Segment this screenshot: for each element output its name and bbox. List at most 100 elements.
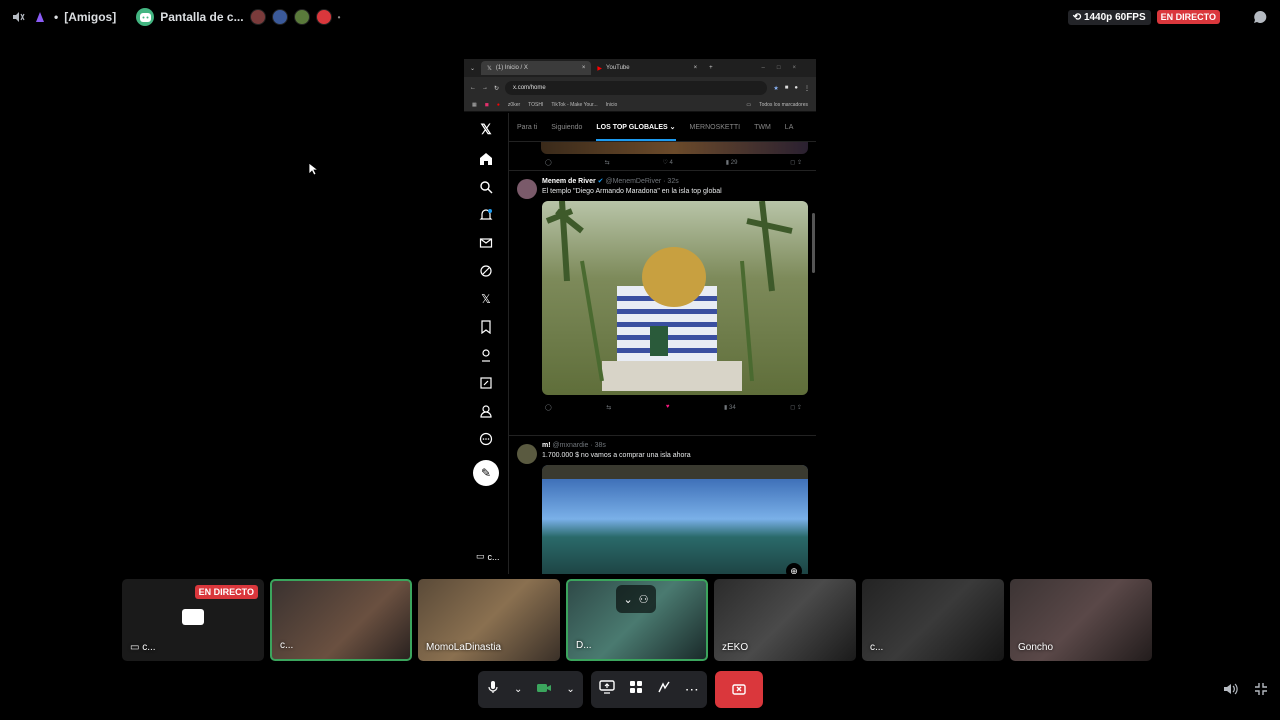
grok-icon[interactable] [479,264,493,278]
all-bookmarks[interactable]: Todos los marcadores [759,102,808,108]
window-controls[interactable]: –□× [762,65,816,71]
home-icon[interactable] [479,152,493,166]
bookmark-item[interactable]: z0ker [508,102,520,108]
tab-top-globales[interactable]: LOS TOP GLOBALES ⌄ [596,123,676,141]
search-icon[interactable] [479,180,493,194]
viewer-avatar[interactable] [249,9,266,25]
stream-title[interactable]: Pantalla de c... [160,10,243,24]
more-dot: • [337,12,341,22]
tile-controls[interactable]: ⌄ ⚇ [616,585,656,613]
notifications-icon[interactable] [479,208,493,222]
profile-icon[interactable] [479,404,493,418]
avatar[interactable] [517,179,537,199]
microphone-icon[interactable] [486,680,500,699]
back-icon[interactable]: ← [470,85,476,91]
screen-share-icon [182,609,204,625]
avatar[interactable] [517,444,537,464]
bookmark-item[interactable]: Inicio [606,102,618,108]
viewer-avatar[interactable] [315,9,332,25]
close-icon[interactable]: × [582,65,586,71]
scrollbar[interactable] [812,213,815,273]
post-image[interactable] [542,201,808,395]
participant-tile[interactable]: Goncho [1010,579,1152,661]
bookmarks-icon[interactable] [479,320,493,334]
communities-icon[interactable] [479,376,493,390]
volume-icon[interactable] [1222,682,1238,701]
messages-icon[interactable] [479,236,493,250]
soundboard-icon[interactable] [657,680,671,699]
author-name[interactable]: Menem de River [542,178,596,185]
address-bar[interactable]: x.com/home [505,81,768,95]
bookmark-item[interactable]: TikTok - Make Your... [551,102,597,108]
more-icon[interactable]: ⋯ [685,681,699,698]
post-menem[interactable]: Menem de River ✔ @MenemDeRiver · 32s El … [509,170,816,436]
tab-x[interactable]: 𝕏 (1) Inicio / X × [481,61,592,75]
bookmarks-folder-icon: ▭ [746,102,752,108]
extension-icon[interactable]: ■ [785,85,789,91]
tab-siguiendo[interactable]: Siguiendo [551,124,582,131]
tab-youtube[interactable]: ▶ YouTube × [591,61,703,75]
tab-twm[interactable]: TWM [754,124,771,131]
menu-icon[interactable]: ⋮ [804,85,810,92]
tab-more[interactable]: LA [785,124,794,131]
chevron-down-icon[interactable]: ⌄ [514,684,522,695]
shared-screen: ⌄ 𝕏 (1) Inicio / X × ▶ YouTube × + –□× ←… [464,59,816,574]
apps-icon[interactable]: ▦ [472,102,477,108]
more-icon[interactable] [479,432,493,446]
participant-tile[interactable]: c... [862,579,1004,661]
forward-icon[interactable]: → [482,85,488,91]
views-button[interactable]: ▮ 34 [724,404,736,411]
participant-tile[interactable]: zEKO [714,579,856,661]
author-name[interactable]: m! [542,442,551,449]
speaker-muted-icon[interactable] [10,9,26,25]
quality-badge: ⟲ 1440p 60FPS [1067,9,1151,25]
disconnect-button[interactable] [714,671,763,708]
participant-tile[interactable]: ⌄ ⚇ D... [566,579,708,661]
reply-icon[interactable]: ◯ [545,159,552,166]
close-icon[interactable]: × [694,65,698,71]
viewer-avatar[interactable] [293,9,310,25]
chevron-down-icon[interactable]: ⌄ [623,593,632,606]
tab-mernosketti[interactable]: MERNOSKETTI [690,124,741,131]
viewer-avatar[interactable] [271,9,288,25]
post-mxnardie[interactable]: m! @mxnardie · 38s 1.700.000 $ no vamos … [509,436,816,574]
reply-icon[interactable]: ◯ [545,404,552,411]
bookmark-item[interactable]: TOSHI [528,102,543,108]
x-logo-icon[interactable]: 𝕏 [480,121,491,138]
views-button[interactable]: ▮ 29 [726,159,738,166]
bookmark-share-icons[interactable]: ◻ ⇪ [790,159,802,166]
bottom-right-controls [1222,682,1268,701]
profile-icon[interactable]: ● [794,85,798,91]
repost-icon[interactable]: ⇆ [605,159,610,166]
participant-tile[interactable]: EN DIRECTO ▭ c... [122,579,264,661]
add-user-icon[interactable]: ⚇ [639,593,649,606]
jobs-icon[interactable] [479,348,493,362]
chat-icon[interactable] [1252,9,1268,25]
reload-icon[interactable]: ↻ [494,85,499,92]
premium-icon[interactable]: 𝕏 [481,292,491,306]
chevron-down-icon[interactable]: ⌄ [566,684,574,695]
zoom-icon[interactable]: ⊕ [786,563,802,574]
tab-menu-icon[interactable]: ⌄ [464,65,481,72]
views-count: 34 [729,404,736,411]
participant-tile[interactable]: c... [270,579,412,661]
screen-share-icon[interactable] [599,680,615,699]
youtube-icon[interactable]: ● [497,102,500,108]
activities-icon[interactable] [629,680,643,699]
participant-tile[interactable]: MomoLaDinastia [418,579,560,661]
previous-post-image [541,142,808,154]
post-image[interactable]: ⊕ [542,465,808,574]
screen-icon: ▭ [476,551,485,561]
bookmark-share-icons[interactable]: ◻ ⇪ [790,404,802,411]
like-icon[interactable]: ♥ [666,404,670,410]
like-button[interactable]: ♡ 4 [663,159,673,166]
star-icon[interactable]: ★ [773,85,778,92]
camera-icon[interactable] [536,681,552,699]
exit-fullscreen-icon[interactable] [1254,682,1268,701]
repost-icon[interactable]: ⇆ [606,404,611,411]
separator-dot: • [54,10,59,24]
tab-para-ti[interactable]: Para ti [517,124,537,131]
new-tab-icon[interactable]: + [703,65,719,71]
instagram-icon[interactable]: ◼ [485,102,489,108]
compose-button[interactable]: ✎ [473,460,499,486]
